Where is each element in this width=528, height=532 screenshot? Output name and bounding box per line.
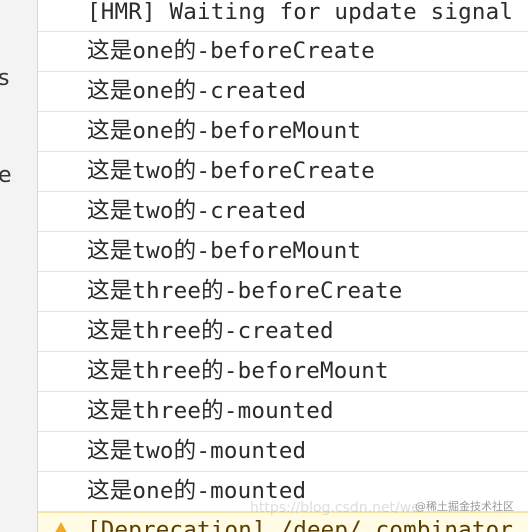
console-message[interactable]: [HMR] Waiting for update signal — [38, 0, 528, 32]
console-message[interactable]: 这是three的-mounted — [38, 392, 528, 432]
devtools-sidebar: s e — [0, 0, 38, 532]
console-message[interactable]: 这是two的-mounted — [38, 432, 528, 472]
warning-text: [Deprecation] /deep/ combinator — [87, 517, 514, 532]
console-message[interactable]: 这是two的-beforeMount — [38, 232, 528, 272]
console-message[interactable]: 这是one的-beforeCreate — [38, 32, 528, 72]
console-message[interactable]: 这是three的-beforeCreate — [38, 272, 528, 312]
console-message[interactable]: 这是two的-created — [38, 192, 528, 232]
watermark-label: @稀土掘金技术社区 — [415, 500, 514, 513]
console-panel: [HMR] Waiting for update signal 这是one的-b… — [38, 0, 528, 532]
sidebar-text-fragment[interactable]: e — [0, 163, 12, 188]
watermark-url: https://blog.csdn.net/we — [250, 500, 420, 516]
warning-triangle-icon — [52, 522, 70, 532]
console-message[interactable]: 这是two的-beforeCreate — [38, 152, 528, 192]
console-message[interactable]: 这是one的-created — [38, 72, 528, 112]
console-message[interactable]: 这是three的-beforeMount — [38, 352, 528, 392]
console-message[interactable]: 这是three的-created — [38, 312, 528, 352]
console-message[interactable]: 这是one的-beforeMount — [38, 112, 528, 152]
sidebar-text-fragment[interactable]: s — [0, 66, 9, 91]
